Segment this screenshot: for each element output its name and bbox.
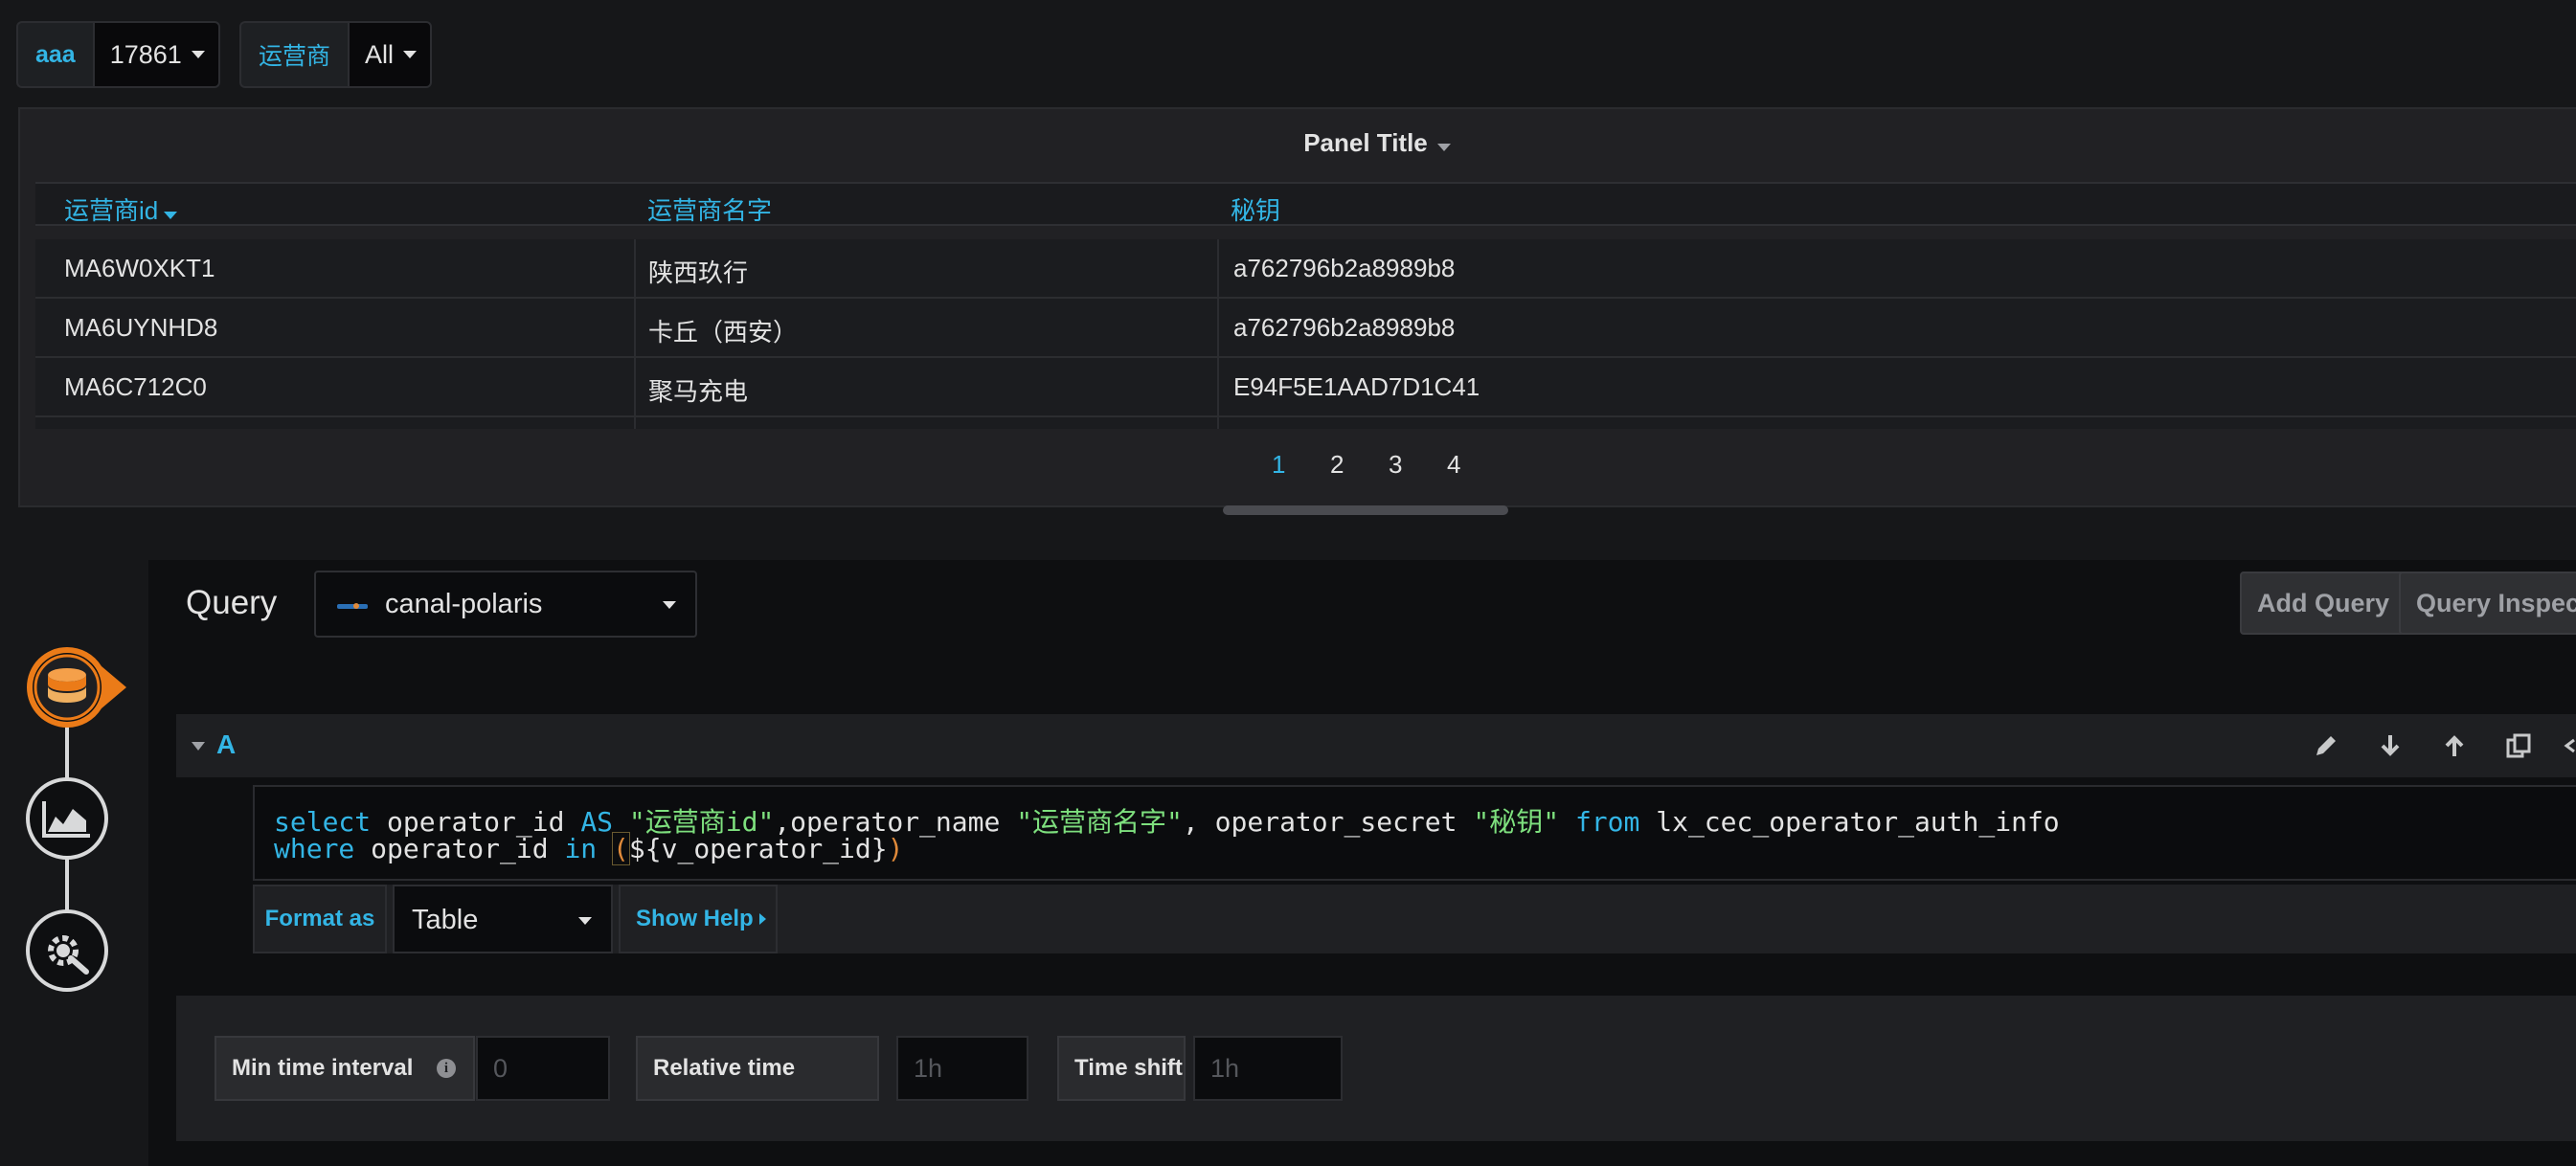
caret-down-icon — [191, 51, 205, 58]
sort-desc-icon — [164, 212, 178, 219]
table-cell: a762796b2a8989b8 — [1233, 313, 1456, 342]
sql-token: operator_id — [354, 833, 565, 864]
datasource-icon[interactable] — [23, 643, 128, 731]
panel-title[interactable]: Panel Title — [20, 128, 2576, 158]
min-time-interval-label: Min time interval i — [215, 1036, 475, 1101]
query-section-title: Query — [186, 584, 278, 621]
format-as-select[interactable]: Table — [393, 885, 613, 953]
column-divider — [1217, 417, 1219, 429]
pagination-page-2[interactable]: 2 — [1330, 450, 1344, 480]
info-icon[interactable]: i — [437, 1059, 456, 1078]
time-shift-input[interactable]: 1h — [1193, 1036, 1343, 1101]
table-cell: 聚马充电 — [648, 377, 749, 406]
table-cell: E94F5E1AAD7D1C41 — [1233, 372, 1480, 401]
panel-title-text: Panel Title — [1303, 128, 1428, 157]
table-row-clipped — [35, 417, 2576, 429]
column-header-label: 运营商id — [64, 196, 159, 225]
column-header-operator-id[interactable]: 运营商id — [64, 191, 178, 227]
table-row: MA6W0XKT1 陕西玖行 a762796b2a8989b8 — [35, 239, 2576, 299]
variable-aaa-select[interactable]: 17861 — [92, 21, 220, 88]
variable-aaa: aaa 17861 — [16, 21, 220, 88]
sql-token: "秘钥" — [1473, 806, 1560, 838]
table-cell: 卡丘（西安） — [648, 318, 799, 347]
datasource-select[interactable]: canal-polaris — [314, 571, 697, 638]
duplicate-icon[interactable] — [2504, 731, 2533, 760]
sql-token: , operator_secret — [1182, 806, 1474, 838]
caret-down-icon — [663, 601, 676, 609]
time-shift-label: Time shift — [1057, 1036, 1186, 1101]
variable-value: 17861 — [109, 39, 182, 69]
settings-icon[interactable] — [26, 909, 108, 992]
visualization-icon[interactable] — [26, 777, 108, 860]
table-cell: MA6C712C0 — [64, 372, 207, 401]
variable-label: aaa — [16, 21, 93, 88]
relative-time-input[interactable]: 1h — [896, 1036, 1028, 1101]
pagination-page-1[interactable]: 1 — [1272, 450, 1285, 480]
more-icon[interactable] — [2561, 731, 2576, 760]
sql-token: ) — [887, 833, 904, 864]
sql-token: from — [1574, 806, 1640, 838]
caret-down-icon — [1436, 144, 1451, 151]
caret-right-icon — [758, 913, 766, 925]
query-options: Min time interval i 0 Relative time 1h T… — [176, 996, 2576, 1141]
datasource-name: canal-polaris — [385, 589, 543, 619]
column-divider — [1217, 239, 1219, 297]
datasource-logo-icon — [337, 603, 368, 609]
column-divider — [634, 417, 636, 429]
table-panel: Panel Title 运营商id 运营商名字 秘钥 MA6W0XKT1 陕西玖… — [18, 107, 2576, 507]
variable-operator: 运营商 All — [239, 21, 433, 88]
format-as-label: Format as — [253, 885, 387, 953]
add-query-button[interactable]: Add Query — [2240, 572, 2420, 635]
relative-time-label: Relative time — [636, 1036, 879, 1101]
table-row: MA6UYNHD8 卡丘（西安） a762796b2a8989b8 — [35, 299, 2576, 358]
table-header: 运营商id 运营商名字 秘钥 — [35, 182, 2576, 226]
column-header-operator-name[interactable]: 运营商名字 — [647, 191, 772, 227]
panel-resize-handle[interactable] — [1223, 505, 1508, 515]
table-cell: 陕西玖行 — [648, 258, 749, 287]
format-as-value: Table — [412, 905, 479, 935]
query-ref-id: A — [216, 729, 237, 759]
table-cell: MA6W0XKT1 — [64, 254, 215, 282]
edit-icon[interactable] — [2312, 731, 2340, 760]
sql-token: in — [564, 833, 598, 864]
column-divider — [634, 299, 636, 356]
column-divider — [1217, 299, 1219, 356]
move-down-icon[interactable] — [2376, 731, 2405, 760]
show-help-button[interactable]: Show Help — [619, 885, 778, 953]
table-row: MA6C712C0 聚马充电 E94F5E1AAD7D1C41 — [35, 358, 2576, 417]
variable-operator-select[interactable]: All — [348, 21, 433, 88]
move-up-icon[interactable] — [2440, 731, 2469, 760]
variable-value: All — [365, 39, 395, 69]
table-cell: a762796b2a8989b8 — [1233, 254, 1456, 282]
sql-token: lx_cec_operator_auth_info — [1639, 806, 2060, 838]
pagination-page-4[interactable]: 4 — [1447, 450, 1460, 480]
area-chart-icon — [42, 801, 90, 838]
pagination-page-3[interactable]: 3 — [1389, 450, 1402, 480]
min-time-interval-input[interactable]: 0 — [476, 1036, 610, 1101]
column-header-secret[interactable]: 秘钥 — [1231, 191, 1280, 227]
table-cell: MA6UYNHD8 — [64, 313, 218, 342]
sql-token: "运营商名字" — [1016, 806, 1183, 838]
show-help-label: Show Help — [636, 906, 754, 931]
variable-label: 运营商 — [239, 21, 349, 88]
query-inspector-button[interactable]: Query Inspector — [2399, 572, 2576, 635]
sql-editor[interactable]: select operator_id AS "运营商id",operator_n… — [253, 785, 2576, 881]
collapse-caret-icon[interactable] — [192, 742, 205, 751]
format-bar: Format as Table Show Help — [253, 885, 2576, 953]
query-row-a[interactable]: A — [176, 714, 2576, 777]
column-divider — [634, 358, 636, 415]
sql-token: where — [274, 833, 355, 864]
gear-icon — [48, 935, 89, 975]
min-time-interval-text: Min time interval — [232, 1055, 414, 1081]
sql-token: ( — [612, 832, 630, 865]
caret-down-icon — [403, 51, 418, 58]
column-divider — [1217, 358, 1219, 415]
column-divider — [634, 239, 636, 297]
caret-down-icon — [578, 917, 592, 925]
sql-token: ${v_operator_id} — [628, 833, 888, 864]
